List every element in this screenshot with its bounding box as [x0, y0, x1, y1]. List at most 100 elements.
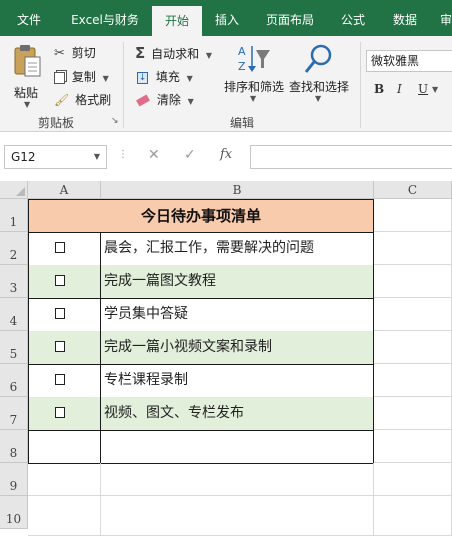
- row-header-2[interactable]: 2: [0, 232, 28, 265]
- formula-bar-grip-icon[interactable]: ⋮: [118, 149, 129, 160]
- clear-dropdown-icon[interactable]: ▼: [188, 97, 194, 106]
- cell-a10[interactable]: [28, 496, 101, 536]
- row-header-9[interactable]: 9: [0, 463, 28, 496]
- copy-button[interactable]: 复制 ▼: [54, 68, 109, 85]
- checkbox-cell[interactable]: [28, 364, 101, 398]
- find-select-label[interactable]: 查找和选择: [289, 78, 349, 95]
- paste-button[interactable]: [12, 42, 44, 84]
- autosum-dropdown-icon[interactable]: ▼: [206, 51, 212, 60]
- task-cell[interactable]: 专栏课程录制: [101, 364, 374, 398]
- row-header-7[interactable]: 7: [0, 397, 28, 430]
- task-cell[interactable]: 学员集中答疑: [101, 298, 374, 332]
- checkbox-cell[interactable]: [28, 232, 101, 266]
- find-select-button[interactable]: [302, 42, 336, 76]
- checkbox-icon[interactable]: [55, 374, 65, 385]
- task-cell[interactable]: 完成一篇图文教程: [101, 265, 374, 299]
- cell-c1[interactable]: [374, 199, 452, 232]
- cell-c2[interactable]: [374, 232, 452, 265]
- column-header-b[interactable]: B: [101, 181, 374, 199]
- cell-c3[interactable]: [374, 265, 452, 298]
- ribbon-tab-bar: 文件 Excel与财务 开始 插入 页面布局 公式 数据 审: [0, 0, 452, 36]
- italic-button[interactable]: I: [397, 82, 402, 96]
- tab-file[interactable]: 文件: [0, 0, 58, 36]
- row-header-1[interactable]: 1: [0, 199, 28, 232]
- magnifier-icon: [304, 44, 332, 73]
- checkbox-cell[interactable]: [28, 298, 101, 332]
- checkbox-icon[interactable]: [55, 275, 65, 286]
- clipboard-launcher-icon[interactable]: ↘: [111, 116, 119, 126]
- fill-label: 填充: [155, 70, 180, 84]
- tab-review[interactable]: 审: [432, 0, 452, 36]
- copy-dropdown-icon[interactable]: ▼: [103, 74, 109, 83]
- clear-button[interactable]: 清除 ▼: [136, 91, 194, 108]
- tab-page-layout[interactable]: 页面布局: [252, 0, 328, 36]
- editing-group-label: 编辑: [230, 116, 255, 130]
- fill-down-icon: ↓: [137, 71, 148, 84]
- row-header-8[interactable]: 8: [0, 430, 28, 463]
- cell-c4[interactable]: [374, 298, 452, 331]
- todo-title-cell[interactable]: 今日待办事项清单: [28, 199, 374, 233]
- checkbox-icon[interactable]: [55, 242, 65, 253]
- name-box-dropdown-icon[interactable]: ▼: [94, 146, 100, 168]
- insert-function-button[interactable]: fx: [220, 147, 232, 162]
- paste-label[interactable]: 粘贴: [14, 84, 38, 101]
- underline-dropdown-icon[interactable]: ▼: [432, 85, 438, 94]
- tab-insert[interactable]: 插入: [202, 0, 252, 36]
- row-header-10[interactable]: 10: [0, 496, 28, 529]
- task-cell[interactable]: 晨会，汇报工作，需要解决的问题: [101, 232, 374, 266]
- row-header-5[interactable]: 5: [0, 331, 28, 364]
- tab-data[interactable]: 数据: [378, 0, 432, 36]
- ribbon-separator: [360, 42, 361, 128]
- checkbox-icon[interactable]: [55, 341, 65, 352]
- cell-c10[interactable]: [374, 496, 452, 536]
- cell-b8[interactable]: [101, 430, 374, 464]
- cancel-icon[interactable]: ✕: [148, 147, 160, 163]
- cell-c9[interactable]: [374, 463, 452, 496]
- cell-a8[interactable]: [28, 430, 101, 464]
- column-header-a[interactable]: A: [28, 181, 101, 199]
- checkbox-icon[interactable]: [55, 407, 65, 418]
- checkbox-cell[interactable]: [28, 331, 101, 365]
- task-cell[interactable]: 视频、图文、专栏发布: [101, 397, 374, 431]
- underline-button[interactable]: U: [418, 82, 428, 96]
- font-name-select[interactable]: 微软雅黑: [366, 50, 452, 72]
- row-header-4[interactable]: 4: [0, 298, 28, 331]
- svg-text:A: A: [238, 45, 246, 58]
- fill-dropdown-icon[interactable]: ▼: [187, 74, 193, 83]
- tab-home[interactable]: 开始: [152, 6, 202, 36]
- sort-filter-dropdown-icon[interactable]: ▼: [250, 94, 256, 103]
- bold-button[interactable]: B: [374, 82, 384, 96]
- cell-c8[interactable]: [374, 430, 452, 463]
- cell-c5[interactable]: [374, 331, 452, 364]
- copy-icon: [54, 71, 65, 84]
- cut-button[interactable]: ✂ 剪切: [54, 44, 96, 61]
- cell-b10[interactable]: [101, 496, 374, 536]
- checkbox-cell[interactable]: [28, 265, 101, 299]
- checkbox-icon[interactable]: [55, 308, 65, 319]
- paste-dropdown-icon[interactable]: ▼: [24, 100, 30, 109]
- row-header-3[interactable]: 3: [0, 265, 28, 298]
- sigma-icon: Σ: [135, 44, 146, 62]
- find-select-dropdown-icon[interactable]: ▼: [315, 94, 321, 103]
- enter-check-icon[interactable]: ✓: [184, 147, 196, 163]
- tab-formulas[interactable]: 公式: [328, 0, 378, 36]
- row-header-6[interactable]: 6: [0, 364, 28, 397]
- cell-c6[interactable]: [374, 364, 452, 397]
- cell-c7[interactable]: [374, 397, 452, 430]
- column-header-c[interactable]: C: [374, 181, 452, 199]
- format-painter-button[interactable]: 🖌 格式刷: [54, 91, 111, 108]
- ribbon: 粘贴 ▼ ✂ 剪切 复制 ▼ 🖌 格式刷 剪贴板 ↘ Σ 自动求和 ▼ ↓ 填充…: [0, 36, 452, 132]
- tab-excel-finance[interactable]: Excel与财务: [58, 0, 152, 36]
- task-cell[interactable]: 完成一篇小视频文案和录制: [101, 331, 374, 365]
- cell-b9[interactable]: [101, 463, 374, 496]
- fill-button[interactable]: ↓ 填充 ▼: [137, 68, 193, 85]
- sort-filter-button[interactable]: A Z: [232, 42, 274, 76]
- checkbox-cell[interactable]: [28, 397, 101, 431]
- cell-a9[interactable]: [28, 463, 101, 496]
- formula-input[interactable]: [250, 145, 452, 169]
- select-all-corner[interactable]: [0, 181, 28, 199]
- ribbon-separator: [123, 42, 124, 128]
- name-box[interactable]: G12 ▼: [4, 145, 107, 169]
- autosum-button[interactable]: Σ 自动求和 ▼: [135, 44, 212, 62]
- sort-filter-label[interactable]: 排序和筛选: [224, 78, 284, 95]
